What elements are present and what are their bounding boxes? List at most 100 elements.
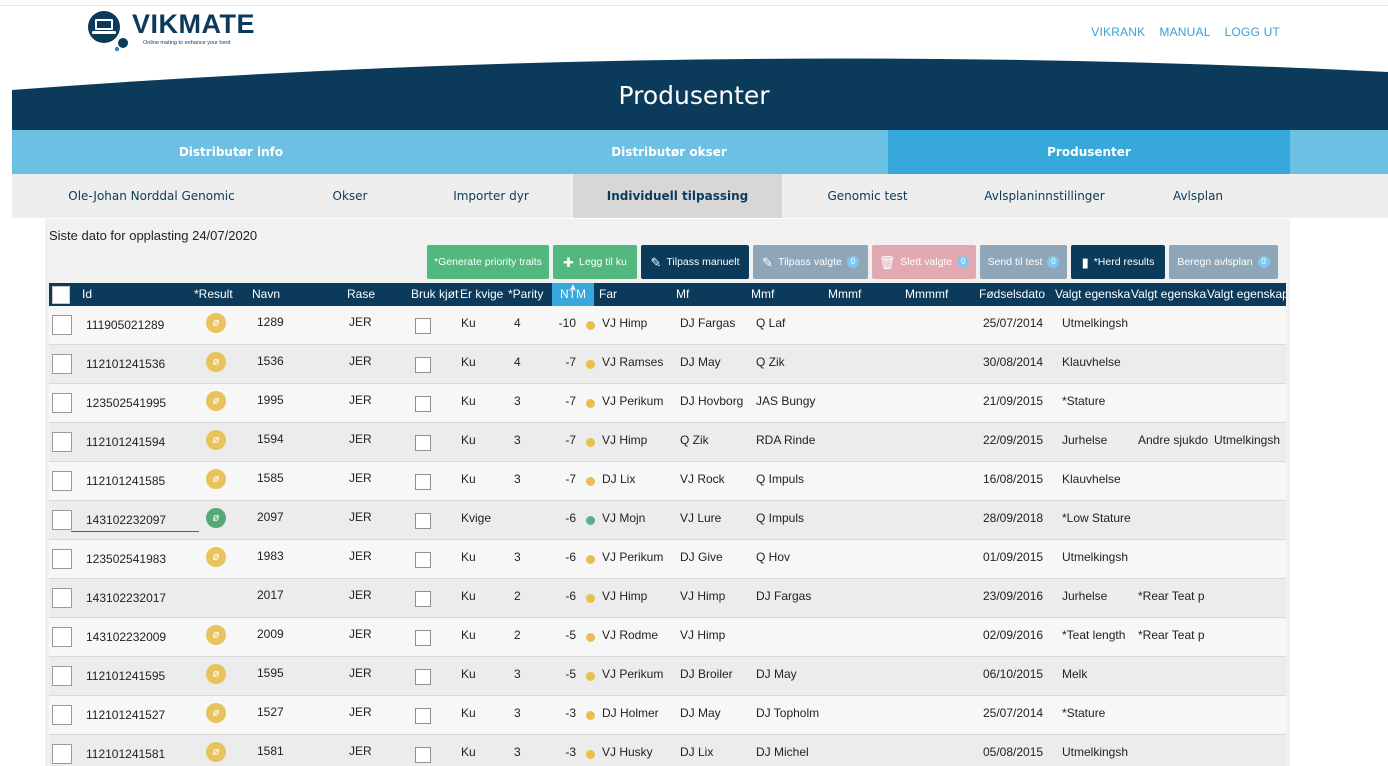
row-checkbox[interactable] — [52, 588, 72, 608]
row-checkbox[interactable] — [52, 666, 72, 686]
bruk-kjottfe-checkbox[interactable] — [415, 591, 431, 607]
col-navn[interactable]: Navn — [252, 283, 307, 306]
cell-id[interactable]: 112101241527 — [86, 708, 201, 722]
table-row[interactable]: 123502541995 ø 1995 JER Ku 3 -7 VJ Perik… — [49, 384, 1286, 423]
genomic-result-icon[interactable]: ø — [206, 430, 226, 450]
herd-results-button[interactable]: ▮ *Herd results — [1071, 245, 1165, 279]
col-id[interactable]: Id — [82, 283, 142, 306]
cell-id[interactable]: 143102232097 — [86, 513, 201, 527]
row-checkbox[interactable] — [52, 432, 72, 452]
col-far[interactable]: Far — [599, 283, 649, 306]
row-checkbox[interactable] — [52, 393, 72, 413]
col-parity[interactable]: *Parity — [508, 283, 552, 306]
col-mf[interactable]: Mf — [676, 283, 726, 306]
genomic-result-icon[interactable]: ø — [206, 664, 226, 684]
cell-id[interactable]: 143102232017 — [86, 591, 201, 605]
table-row[interactable]: 111905021289 ø 1289 JER Ku 4 -10 VJ Himp… — [49, 306, 1286, 345]
col-trait-1[interactable]: Valgt egenskap — [1055, 283, 1131, 306]
row-checkbox[interactable] — [52, 354, 72, 374]
table-row[interactable]: 143102232097 ø 2097 JER Kvige -6 VJ Mojn… — [49, 501, 1286, 540]
subtab-bulls[interactable]: Okser — [291, 174, 409, 218]
bruk-kjottfe-checkbox[interactable] — [415, 474, 431, 490]
table-row[interactable]: 112101241594 ø 1594 JER Ku 3 -7 VJ Himp … — [49, 423, 1286, 462]
table-row[interactable]: 112101241585 ø 1585 JER Ku 3 -7 DJ Lix V… — [49, 462, 1286, 501]
bruk-kjottfe-checkbox[interactable] — [415, 357, 431, 373]
genomic-result-icon[interactable]: ø — [206, 703, 226, 723]
cell-id[interactable]: 112101241536 — [86, 357, 201, 371]
bruk-kjottfe-checkbox[interactable] — [415, 747, 431, 763]
col-mmf[interactable]: Mmf — [751, 283, 801, 306]
genomic-result-icon[interactable]: ø — [206, 625, 226, 645]
cell-id[interactable]: 112101241595 — [86, 669, 201, 683]
cell-id[interactable]: 112101241594 — [86, 435, 201, 449]
table-row[interactable]: 112101241581 ø 1581 JER Ku 3 -3 VJ Husky… — [49, 735, 1286, 766]
table-row[interactable]: 112101241527 ø 1527 JER Ku 3 -3 DJ Holme… — [49, 696, 1286, 735]
col-ntm[interactable]: ▲ NTM — [552, 283, 594, 306]
subtab-producer-name[interactable]: Ole-Johan Norddal Genomic — [12, 174, 291, 218]
subtab-breeding-settings[interactable]: Avlsplaninnstillinger — [953, 174, 1136, 218]
row-checkbox[interactable] — [52, 549, 72, 569]
table-row[interactable]: 112101241595 ø 1595 JER Ku 3 -5 VJ Perik… — [49, 657, 1286, 696]
row-checkbox[interactable] — [52, 627, 72, 647]
subtab-import-animals[interactable]: Importer dyr — [409, 174, 573, 218]
genomic-result-icon[interactable]: ø — [206, 742, 226, 762]
row-checkbox[interactable] — [52, 510, 72, 530]
genomic-result-icon[interactable]: ø — [206, 313, 226, 333]
cell-id[interactable]: 111905021289 — [86, 318, 201, 332]
bruk-kjottfe-checkbox[interactable] — [415, 552, 431, 568]
cell-id[interactable]: 112101241581 — [86, 747, 201, 761]
table-row[interactable]: 112101241536 ø 1536 JER Ku 4 -7 VJ Ramse… — [49, 345, 1286, 384]
bruk-kjottfe-checkbox[interactable] — [415, 318, 431, 334]
col-trait-3[interactable]: Valgt egenskap — [1207, 283, 1286, 306]
bruk-kjottfe-checkbox[interactable] — [415, 630, 431, 646]
row-checkbox[interactable] — [52, 471, 72, 491]
col-mmmf[interactable]: Mmmf — [828, 283, 878, 306]
vikrank-link[interactable]: VIKRANK — [1091, 25, 1145, 39]
row-checkbox[interactable] — [52, 315, 72, 335]
bruk-kjottfe-checkbox[interactable] — [415, 435, 431, 451]
bruk-kjottfe-checkbox[interactable] — [415, 669, 431, 685]
col-mmmmf[interactable]: Mmmmf — [905, 283, 965, 306]
subtab-individual-adjustment[interactable]: Individuell tilpassing — [573, 174, 782, 218]
cell-id[interactable]: 123502541983 — [86, 552, 201, 566]
subtab-breeding-plan[interactable]: Avlsplan — [1136, 174, 1260, 218]
subtab-genomic-test[interactable]: Genomic test — [782, 174, 953, 218]
col-trait-2[interactable]: Valgt egenskap — [1131, 283, 1207, 306]
select-all-checkbox[interactable] — [52, 286, 70, 304]
calculate-plan-button[interactable]: Beregn avlsplan 0 — [1169, 245, 1278, 279]
col-fodselsdato[interactable]: Fødselsdato — [979, 283, 1055, 306]
adjust-selected-button[interactable]: ✎ Tilpass valgte 0 — [753, 245, 868, 279]
cell-id[interactable]: 143102232009 — [86, 630, 201, 644]
tab-distributor-bulls[interactable]: Distributør okser — [450, 130, 888, 174]
table-row[interactable]: 143102232009 ø 2009 JER Ku 2 -5 VJ Rodme… — [49, 618, 1286, 657]
adjust-manual-button[interactable]: ✎ Tilpass manuelt — [641, 245, 749, 279]
genomic-result-icon[interactable]: ø — [206, 547, 226, 567]
table-row[interactable]: 143102232017 ø 2017 JER Ku 2 -6 VJ Himp … — [49, 579, 1286, 618]
table-row[interactable]: 123502541983 ø 1983 JER Ku 3 -6 VJ Perik… — [49, 540, 1286, 579]
col-rase[interactable]: Rase — [347, 283, 387, 306]
row-checkbox[interactable] — [52, 705, 72, 725]
tab-distributor-info[interactable]: Distributør info — [12, 130, 450, 174]
genomic-result-icon[interactable]: ø — [206, 469, 226, 489]
vikmate-logo[interactable]: VIKMATE Online mating to enhance your he… — [86, 9, 256, 52]
genomic-result-icon[interactable]: ø — [206, 391, 226, 411]
add-cow-button[interactable]: ✚ Legg til ku — [553, 245, 637, 279]
genomic-result-icon[interactable]: ø — [206, 508, 226, 528]
bruk-kjottfe-checkbox[interactable] — [415, 708, 431, 724]
cell-trait-2: *Rear Teat p — [1138, 628, 1205, 642]
cell-id[interactable]: 112101241585 — [86, 474, 201, 488]
generate-priority-traits-button[interactable]: *Generate priority traits — [427, 245, 549, 279]
delete-selected-button[interactable]: 🗑 Slett valgte 0 — [872, 245, 976, 279]
manual-link[interactable]: MANUAL — [1159, 25, 1210, 39]
col-result[interactable]: *Result — [194, 283, 249, 306]
row-checkbox[interactable] — [52, 744, 72, 764]
col-er-kvige[interactable]: Er kvige — [460, 283, 508, 306]
bruk-kjottfe-checkbox[interactable] — [415, 396, 431, 412]
col-bruk-kjottfe[interactable]: Bruk kjøttfe — [411, 283, 459, 306]
send-to-test-button[interactable]: Send til test 0 — [980, 245, 1067, 279]
cell-id[interactable]: 123502541995 — [86, 396, 201, 410]
tab-producers[interactable]: Produsenter — [888, 130, 1290, 174]
bruk-kjottfe-checkbox[interactable] — [415, 513, 431, 529]
logout-link[interactable]: LOGG UT — [1225, 25, 1280, 39]
genomic-result-icon[interactable]: ø — [206, 352, 226, 372]
